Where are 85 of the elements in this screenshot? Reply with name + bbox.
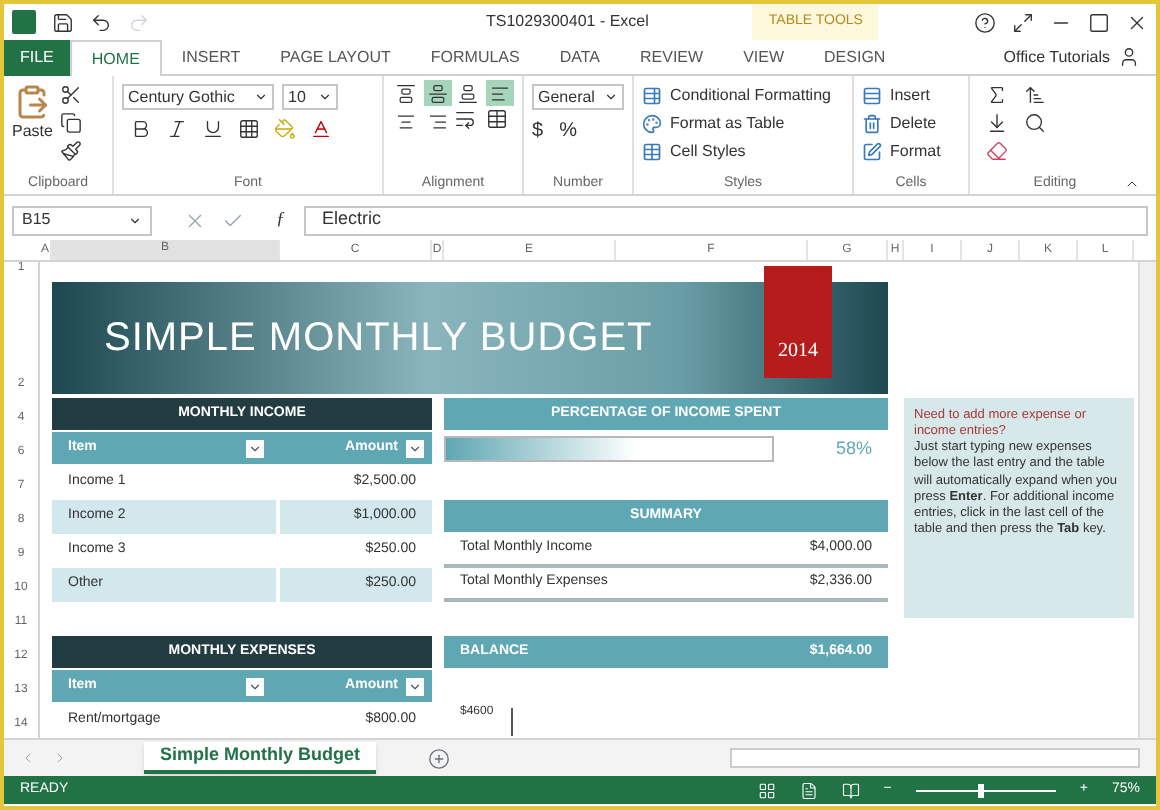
edit-icon <box>862 142 882 162</box>
add-sheet-icon[interactable] <box>428 747 450 769</box>
caret-icon <box>248 679 262 693</box>
vertical-scrollbar[interactable] <box>1138 262 1156 738</box>
palette-icon <box>642 114 662 134</box>
alignment-icon <box>396 111 416 131</box>
formula-input[interactable]: Electric <box>304 205 1148 235</box>
cells-menu-button[interactable]: Insert <box>862 84 960 108</box>
styles-menu-button[interactable]: Cell Styles <box>642 140 844 164</box>
close-icon[interactable] <box>1126 11 1148 33</box>
page-layout-icon[interactable] <box>799 781 818 799</box>
fill-icon[interactable] <box>986 112 1008 134</box>
percent-button[interactable]: % <box>559 116 577 146</box>
save-icon[interactable] <box>52 11 74 33</box>
ribbon-tab[interactable]: HOME <box>69 40 162 76</box>
number-format-field[interactable]: General <box>532 84 624 110</box>
page-break-icon[interactable] <box>841 781 860 799</box>
caret-icon <box>254 90 268 104</box>
alignment-button[interactable] <box>423 80 451 106</box>
wrap-text-icon[interactable] <box>454 108 476 130</box>
year-tag: 2014 <box>764 266 832 378</box>
search-icon[interactable] <box>1024 112 1046 134</box>
fill-color-icon[interactable] <box>274 118 296 140</box>
cancel-icon[interactable] <box>184 209 206 231</box>
undo-icon[interactable] <box>90 11 112 33</box>
caret-icon <box>318 90 332 104</box>
alignment-icon <box>396 83 416 103</box>
styles-menu-button[interactable]: Format as Table <box>642 112 844 136</box>
table-icon <box>642 142 662 162</box>
alignment-icon <box>427 111 447 131</box>
styles-menu-button[interactable]: Conditional Formatting <box>642 84 844 108</box>
maximize-icon[interactable] <box>1088 11 1110 33</box>
insert-function-icon[interactable]: ƒ <box>276 206 296 234</box>
eraser-icon[interactable] <box>986 140 1008 162</box>
underline-icon[interactable] <box>202 118 224 140</box>
window-title: TS1029300401 - Excel <box>486 10 649 34</box>
border-icon[interactable] <box>238 118 260 140</box>
font-size-field[interactable]: 10 <box>282 84 338 110</box>
font-color-icon[interactable] <box>310 118 332 140</box>
filter-dropdown-button[interactable] <box>406 439 424 457</box>
budget-title: SIMPLE MONTHLY BUDGET <box>104 314 653 364</box>
alignment-icon <box>458 83 478 103</box>
paste-button[interactable]: Paste <box>12 76 53 173</box>
italic-icon[interactable] <box>166 118 188 140</box>
alignment-button[interactable] <box>392 80 420 106</box>
format-painter-icon[interactable] <box>60 140 83 162</box>
copy-icon[interactable] <box>60 112 83 134</box>
percentage-reading: 58% <box>835 435 872 462</box>
sheet-tab[interactable]: Simple Monthly Budget <box>144 742 376 774</box>
alignment-icon <box>427 83 447 103</box>
file-tab[interactable]: FILE <box>4 40 70 76</box>
horizontal-scrollbar[interactable] <box>730 748 1140 768</box>
caret-icon <box>408 441 422 455</box>
merge-icon[interactable] <box>485 108 507 130</box>
cut-icon[interactable] <box>60 84 83 106</box>
rows-icon <box>862 86 882 106</box>
cells-menu-button[interactable]: Delete <box>862 112 960 136</box>
trash-icon <box>862 114 882 134</box>
bold-icon[interactable] <box>130 118 152 140</box>
alignment-button[interactable] <box>454 80 482 106</box>
excel-logo-icon <box>12 10 36 34</box>
zoom-slider-thumb[interactable] <box>978 783 985 797</box>
caret-icon <box>408 679 422 693</box>
font-name-field[interactable]: Century Gothic <box>122 84 274 110</box>
ribbon-display-icon[interactable] <box>1012 11 1034 33</box>
caret-icon <box>604 90 618 104</box>
cells-menu-button[interactable]: Format <box>862 140 960 164</box>
help-icon[interactable] <box>974 11 996 33</box>
table-icon <box>642 86 662 106</box>
alignment-icon <box>489 83 509 103</box>
alignment-button[interactable] <box>485 80 513 106</box>
sort-filter-icon[interactable] <box>1024 84 1046 106</box>
user-icon[interactable] <box>1118 46 1140 68</box>
currency-button[interactable]: $ <box>532 116 544 146</box>
account-name[interactable]: Office Tutorials <box>1003 45 1110 69</box>
autosum-icon[interactable] <box>986 84 1008 106</box>
filter-dropdown-button[interactable] <box>246 439 264 457</box>
clipboard-icon <box>14 84 51 120</box>
filter-dropdown-button[interactable] <box>246 677 264 695</box>
caret-icon <box>248 441 262 455</box>
normal-view-icon[interactable] <box>757 781 776 799</box>
caret-icon <box>128 213 142 227</box>
filter-dropdown-button[interactable] <box>406 677 424 695</box>
name-box[interactable]: B15 <box>12 205 152 235</box>
chart-axis-line <box>509 704 516 736</box>
